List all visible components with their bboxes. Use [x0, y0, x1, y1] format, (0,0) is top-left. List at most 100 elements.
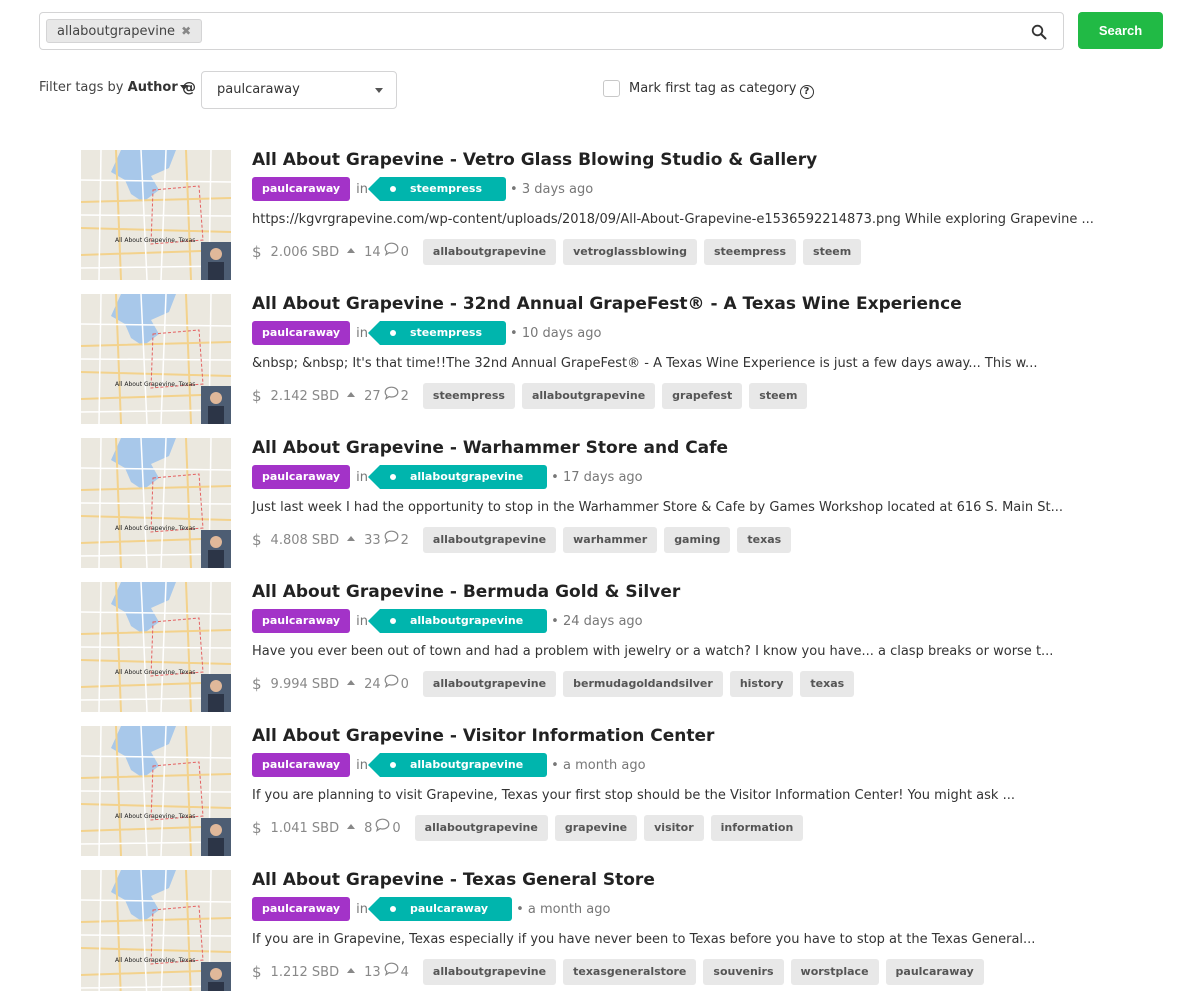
upvote-icon[interactable] — [347, 535, 356, 541]
tag-chip[interactable]: allaboutgrapevine — [422, 671, 557, 697]
post-title[interactable]: All About Grapevine - Vetro Glass Blowin… — [252, 150, 817, 170]
tag-chip[interactable]: allaboutgrapevine — [422, 527, 557, 553]
tag-chip[interactable]: grapefest — [662, 383, 743, 409]
help-icon[interactable]: ? — [799, 85, 814, 99]
tag-chip[interactable]: steem — [749, 383, 808, 409]
post-time: • 24 days ago — [551, 613, 643, 629]
tag-chip[interactable]: bermudagoldandsilver — [563, 671, 723, 697]
upvote-icon[interactable] — [347, 247, 356, 253]
tag-chip[interactable]: grapevine — [554, 815, 638, 841]
tag-chip[interactable]: allaboutgrapevine — [422, 959, 557, 985]
post-snippet: Just last week I had the opportunity to … — [252, 500, 1063, 515]
tag-chip[interactable]: steempress — [422, 383, 515, 409]
map-thumbnail-image: All About Grapevine, Texas — [81, 726, 231, 856]
comment-count: 0 — [400, 676, 409, 692]
author-label[interactable]: paulcaraway — [252, 753, 351, 777]
post-thumbnail[interactable]: All About Grapevine, Texas — [81, 582, 231, 712]
tag-chip[interactable]: allaboutgrapevine — [521, 383, 656, 409]
post-stats: $9.994 SBD 24 0 allaboutgrapevine bermudagol… — [252, 671, 861, 697]
comment-icon[interactable] — [375, 818, 390, 832]
comment-icon[interactable] — [384, 530, 399, 544]
post-snippet: If you are planning to visit Grapevine, … — [252, 788, 1015, 803]
post-thumbnail[interactable]: All About Grapevine, Texas — [81, 726, 231, 856]
tag-chip[interactable]: allaboutgrapevine — [422, 239, 557, 265]
search-tag-label: allaboutgrapevine — [57, 24, 176, 39]
post-item: All About Grapevine, Texas All About Gra… — [81, 726, 1081, 856]
mark-category-checkbox[interactable] — [603, 80, 620, 97]
payout-value: 1.212 SBD — [270, 964, 340, 980]
author-label[interactable]: paulcaraway — [252, 321, 351, 345]
tag-chip[interactable]: history — [729, 671, 794, 697]
tag-hole-icon — [389, 330, 396, 336]
mark-category-text: Mark first tag as category — [629, 81, 797, 96]
dollar-icon: $ — [252, 963, 262, 981]
category-label: steempress — [409, 182, 483, 195]
tag-chip[interactable]: information — [710, 815, 804, 841]
upvote-icon[interactable] — [347, 679, 356, 685]
remove-tag-icon[interactable]: ✖ — [181, 24, 191, 38]
search-button[interactable]: Search — [1078, 12, 1163, 49]
author-select[interactable]: paulcaraway — [201, 71, 397, 109]
tag-chip[interactable]: texasgeneralstore — [563, 959, 697, 985]
category-tag[interactable]: allaboutgrapevine — [367, 753, 548, 777]
tag-chip[interactable]: vetroglassblowing — [563, 239, 697, 265]
filter-mode-dropdown[interactable]: Author — [128, 80, 188, 95]
tag-chip[interactable]: texas — [800, 671, 855, 697]
post-title[interactable]: All About Grapevine - Bermuda Gold & Sil… — [252, 582, 680, 602]
author-label[interactable]: paulcaraway — [252, 609, 351, 633]
comment-count: 0 — [400, 244, 409, 260]
tag-chip[interactable]: steempress — [703, 239, 797, 265]
category-tag[interactable]: paulcaraway — [367, 897, 513, 921]
post-stats: $2.006 SBD 14 0 allaboutgrapevine vetroglass… — [252, 239, 868, 265]
post-snippet: https://kgvrgrapevine.com/wp-content/upl… — [252, 212, 1094, 227]
filter-label: Filter tags by Author — [39, 80, 188, 95]
author-label[interactable]: paulcaraway — [252, 897, 351, 921]
tag-chip[interactable]: souvenirs — [703, 959, 784, 985]
tag-chip[interactable]: warhammer — [563, 527, 658, 553]
tag-chip[interactable]: visitor — [644, 815, 704, 841]
tag-chip[interactable]: steem — [803, 239, 862, 265]
category-tag[interactable]: steempress — [367, 321, 507, 345]
upvote-icon[interactable] — [347, 823, 356, 829]
vote-count: 14 — [364, 244, 381, 260]
tag-chip[interactable]: allaboutgrapevine — [414, 815, 548, 841]
comment-icon[interactable] — [384, 242, 399, 256]
post-title[interactable]: All About Grapevine - Visitor Informatio… — [252, 726, 714, 746]
post-title[interactable]: All About Grapevine - Texas General Stor… — [252, 870, 655, 890]
search-icon[interactable] — [1031, 24, 1047, 40]
author-label[interactable]: paulcaraway — [252, 177, 351, 201]
post-thumbnail[interactable]: All About Grapevine, Texas — [81, 294, 231, 424]
tag-chip[interactable]: worstplace — [790, 959, 879, 985]
post-snippet: &nbsp; &nbsp; It's that time!!The 32nd A… — [252, 356, 1038, 371]
post-tags: steempress allaboutgrapevine grapefest stee… — [422, 383, 815, 409]
category-tag[interactable]: steempress — [367, 177, 507, 201]
post-title[interactable]: All About Grapevine - 32nd Annual GrapeF… — [252, 294, 962, 314]
post-title[interactable]: All About Grapevine - Warhammer Store an… — [252, 438, 728, 458]
comment-icon[interactable] — [384, 386, 399, 400]
upvote-icon[interactable] — [347, 967, 356, 973]
post-thumbnail[interactable]: All About Grapevine, Texas — [81, 870, 231, 991]
category-label: allaboutgrapevine — [409, 614, 524, 627]
author-label[interactable]: paulcaraway — [252, 465, 351, 489]
search-input[interactable]: allaboutgrapevine ✖ — [39, 12, 1064, 50]
thumbnail-caption: All About Grapevine, Texas — [115, 525, 195, 532]
tag-chip[interactable]: texas — [737, 527, 792, 553]
comment-icon[interactable] — [384, 962, 399, 976]
tag-chip[interactable]: paulcaraway — [885, 959, 984, 985]
tag-hole-icon — [389, 618, 396, 624]
comment-icon[interactable] — [384, 674, 399, 688]
filter-mode-label: Author — [127, 80, 178, 95]
comment-count: 4 — [400, 964, 409, 980]
caret-down-icon — [375, 88, 383, 93]
tag-chip[interactable]: gaming — [664, 527, 731, 553]
post-meta: paulcaraway in allaboutgrapevine • a month … — [252, 753, 646, 777]
tag-hole-icon — [389, 762, 396, 768]
upvote-icon[interactable] — [347, 391, 356, 397]
map-thumbnail-image: All About Grapevine, Texas — [81, 582, 231, 712]
category-tag[interactable]: allaboutgrapevine — [367, 609, 548, 633]
author-select-value: paulcaraway — [217, 82, 300, 97]
in-text: in — [356, 757, 368, 773]
category-tag[interactable]: allaboutgrapevine — [367, 465, 548, 489]
post-thumbnail[interactable]: All About Grapevine, Texas — [81, 150, 231, 280]
post-thumbnail[interactable]: All About Grapevine, Texas — [81, 438, 231, 568]
